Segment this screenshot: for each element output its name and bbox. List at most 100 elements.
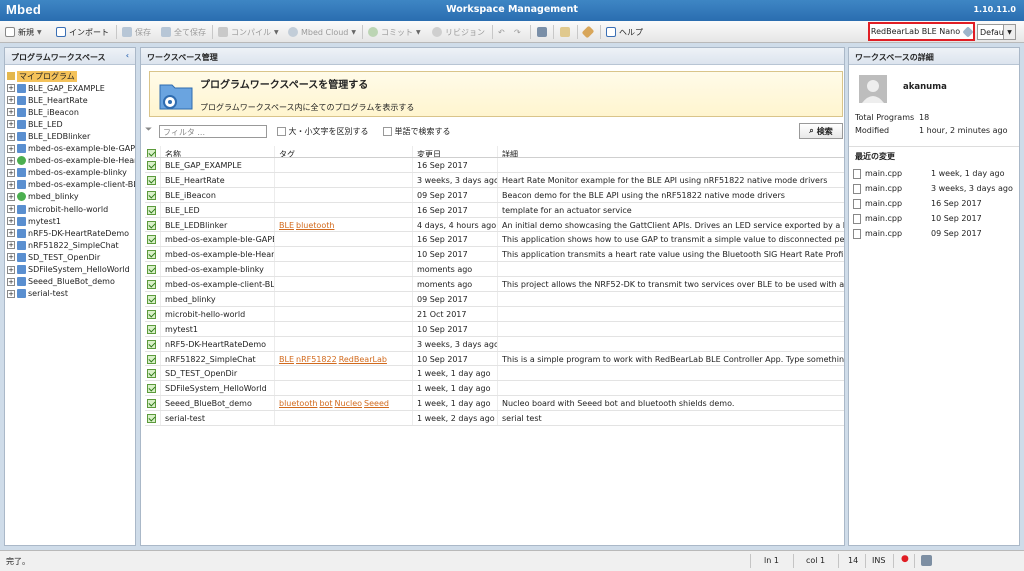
save-all-button[interactable]: 全て保存	[161, 25, 206, 39]
row-checkbox[interactable]	[147, 384, 156, 394]
tree-item[interactable]: + nRF51822_SimpleChat	[5, 239, 135, 251]
case-sensitive-checkbox[interactable]	[277, 127, 286, 136]
tree-item[interactable]: + BLE_LED	[5, 118, 135, 130]
tree-item[interactable]: + mbed-os-example-ble-GAPButton	[5, 143, 135, 155]
row-checkbox[interactable]	[147, 324, 156, 334]
recent-change-item[interactable]: main.cpp 3 weeks, 3 days ago	[853, 181, 1019, 196]
tree-item[interactable]: + BLE_LEDBlinker	[5, 130, 135, 142]
tree-root[interactable]: マイプログラム	[5, 70, 135, 82]
paste-button[interactable]	[560, 25, 570, 39]
collapse-left-icon[interactable]: ‹	[126, 51, 129, 60]
new-button[interactable]: 新規 ▼	[5, 25, 42, 39]
expand-icon[interactable]: +	[7, 192, 15, 201]
format-button[interactable]	[581, 25, 595, 39]
tree-item[interactable]: + BLE_iBeacon	[5, 106, 135, 118]
table-row[interactable]: mbed-os-example-ble-GAPButton 16 Sep 2017…	[145, 232, 844, 248]
row-checkbox[interactable]	[147, 205, 156, 215]
expand-icon[interactable]: +	[7, 168, 15, 177]
expand-icon[interactable]: +	[7, 132, 15, 141]
expand-icon[interactable]: +	[7, 144, 15, 153]
case-sensitive-option[interactable]: 大・小文字を区別する	[277, 126, 369, 137]
word-search-checkbox[interactable]	[383, 127, 392, 136]
row-checkbox[interactable]	[147, 235, 156, 245]
table-row[interactable]: BLE_iBeacon 09 Sep 2017 Beacon demo for th…	[145, 187, 844, 203]
import-button[interactable]: インポート	[56, 25, 109, 39]
row-checkbox[interactable]	[147, 265, 156, 275]
table-row[interactable]: microbit-hello-world 21 Oct 2017	[145, 306, 844, 322]
tree-item[interactable]: + BLE_HeartRate	[5, 94, 135, 106]
help-button[interactable]: ヘルプ	[606, 25, 643, 39]
row-checkbox[interactable]	[147, 161, 156, 170]
row-checkbox[interactable]	[147, 220, 156, 230]
table-row[interactable]: BLE_GAP_EXAMPLE 16 Sep 2017	[145, 158, 844, 173]
column-header-details[interactable]: 詳細	[498, 146, 844, 157]
tree-item[interactable]: + mytest1	[5, 215, 135, 227]
select-all-checkbox[interactable]	[147, 149, 156, 157]
search-button[interactable]: ⌕ 検索	[799, 123, 843, 139]
expand-icon[interactable]: +	[7, 205, 15, 214]
expand-icon[interactable]: +	[7, 217, 15, 226]
save-button[interactable]: 保存	[122, 25, 151, 39]
expand-icon[interactable]: +	[7, 241, 15, 250]
tag-link[interactable]: BLE	[279, 221, 294, 230]
tree-item[interactable]: + Seeed_BlueBot_demo	[5, 276, 135, 288]
expand-icon[interactable]: +	[7, 180, 15, 189]
filter-input[interactable]: フィルタ ...	[159, 125, 267, 138]
tag-link[interactable]: Nucleo	[335, 399, 363, 408]
table-row[interactable]: mbed-os-example-ble-HeartRate 10 Sep 2017…	[145, 247, 844, 263]
column-header-date[interactable]: 変更日	[413, 146, 498, 157]
tag-link[interactable]: bluetooth	[296, 221, 334, 230]
tree-item[interactable]: + mbed_blinky	[5, 191, 135, 203]
compile-button[interactable]: コンパイル ▼	[218, 25, 279, 39]
tree-item[interactable]: + mbed-os-example-client-BLE-N	[5, 179, 135, 191]
table-row[interactable]: mytest1 10 Sep 2017	[145, 321, 844, 337]
table-row[interactable]: SD_TEST_OpenDir 1 week, 1 day ago	[145, 366, 844, 382]
expand-icon[interactable]: +	[7, 277, 15, 286]
row-checkbox[interactable]	[147, 399, 156, 409]
row-checkbox[interactable]	[147, 354, 156, 364]
table-row[interactable]: SDFileSystem_HelloWorld 1 week, 1 day ago	[145, 381, 844, 397]
recent-change-item[interactable]: main.cpp 1 week, 1 day ago	[853, 166, 1019, 181]
select-all-cell[interactable]	[145, 146, 161, 157]
tree-item[interactable]: + mbed-os-example-ble-HeartRate	[5, 155, 135, 167]
expand-icon[interactable]: +	[7, 108, 15, 117]
target-device-selector[interactable]: RedBearLab BLE Nano	[868, 22, 975, 41]
find-button[interactable]	[537, 25, 547, 39]
expand-icon[interactable]: +	[7, 229, 15, 238]
table-row[interactable]: nRF5-DK-HeartRateDemo 3 weeks, 3 days ago	[145, 336, 844, 352]
tree-item[interactable]: + mbed-os-example-blinky	[5, 167, 135, 179]
expand-icon[interactable]: +	[7, 289, 15, 298]
row-checkbox[interactable]	[147, 414, 156, 424]
tag-link[interactable]: bluetooth	[279, 399, 317, 408]
commit-button[interactable]: コミット ▼	[368, 25, 421, 39]
word-search-option[interactable]: 単語で検索する	[383, 126, 451, 137]
recent-change-item[interactable]: main.cpp 10 Sep 2017	[853, 211, 1019, 226]
row-checkbox[interactable]	[147, 339, 156, 349]
table-row[interactable]: Seeed_BlueBot_demo bluetooth bot Nucleo Seee…	[145, 396, 844, 412]
revision-button[interactable]: リビジョン	[432, 25, 485, 39]
expand-icon[interactable]: +	[7, 253, 15, 262]
table-row[interactable]: mbed_blinky 09 Sep 2017	[145, 292, 844, 307]
expand-icon[interactable]: +	[7, 156, 15, 165]
tree-item[interactable]: + microbit-hello-world	[5, 203, 135, 215]
tree-item[interactable]: + serial-test	[5, 288, 135, 300]
expand-icon[interactable]: +	[7, 265, 15, 274]
table-row[interactable]: BLE_LEDBlinker BLE bluetooth 4 days, 4 hour…	[145, 217, 844, 233]
tree-item[interactable]: + SDFileSystem_HelloWorld	[5, 264, 135, 276]
table-row[interactable]: mbed-os-example-blinky moments ago	[145, 262, 844, 278]
column-header-name[interactable]: 名称	[161, 146, 275, 157]
tree-item[interactable]: + BLE_GAP_EXAMPLE	[5, 82, 135, 94]
expand-icon[interactable]: +	[7, 120, 15, 129]
row-checkbox[interactable]	[147, 280, 156, 290]
recent-change-item[interactable]: main.cpp 09 Sep 2017	[853, 226, 1019, 241]
tag-link[interactable]: bot	[319, 399, 332, 408]
redo-button[interactable]: ↷	[514, 25, 521, 39]
tree-item[interactable]: + nRF5-DK-HeartRateDemo	[5, 227, 135, 239]
column-header-tags[interactable]: タグ	[275, 146, 413, 157]
row-checkbox[interactable]	[147, 309, 156, 319]
tree-item[interactable]: + SD_TEST_OpenDir	[5, 251, 135, 263]
network-status-icon[interactable]	[921, 555, 932, 568]
table-row[interactable]: nRF51822_SimpleChat BLE nRF51822 RedBearLab…	[145, 351, 844, 367]
tag-link[interactable]: BLE	[279, 355, 294, 364]
mbed-cloud-button[interactable]: Mbed Cloud ▼	[288, 25, 356, 39]
